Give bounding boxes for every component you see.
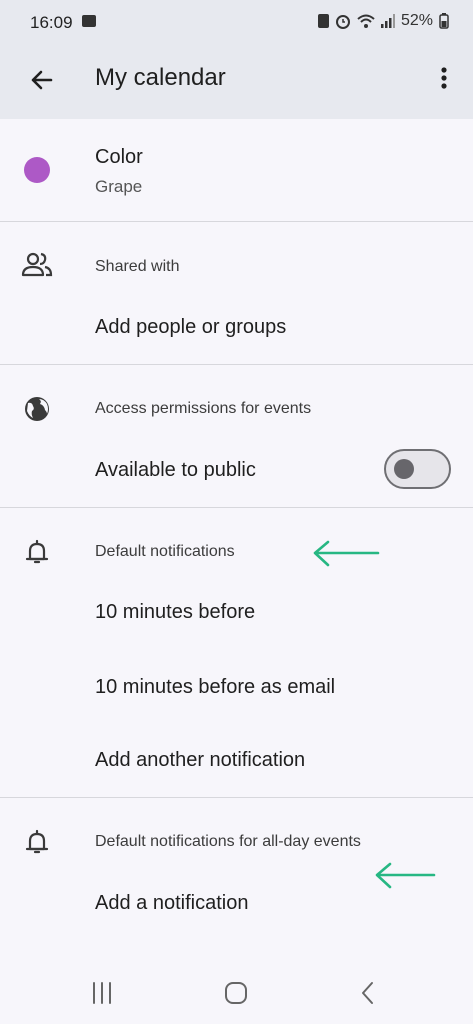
color-setting[interactable]: Color Grape: [0, 119, 473, 221]
shared-with-heading: Shared with: [95, 258, 180, 275]
toggle-knob: [394, 459, 414, 479]
notification-item[interactable]: 10 minutes before: [95, 601, 255, 624]
available-to-public-label: Available to public: [95, 459, 256, 481]
image-notification-icon: [82, 15, 96, 27]
add-another-notification-button[interactable]: Add another notification: [95, 749, 305, 772]
battery-saver-icon: [317, 14, 329, 28]
status-time: 16:09: [30, 13, 73, 32]
globe-icon: [25, 397, 49, 421]
bell-icon: [25, 829, 49, 854]
available-to-public-toggle[interactable]: [384, 449, 451, 489]
battery-icon: [439, 13, 449, 29]
alarm-icon: [335, 15, 350, 29]
nav-back-icon[interactable]: [348, 978, 388, 1008]
add-a-notification-button[interactable]: Add a notification: [95, 892, 248, 915]
home-icon[interactable]: [216, 978, 256, 1008]
divider: [0, 221, 473, 222]
back-arrow-icon[interactable]: [24, 62, 60, 98]
annotation-arrow-icon: [313, 540, 380, 567]
default-notifications-heading: Default notifications: [95, 543, 235, 560]
status-bar: 16:09 52%: [0, 0, 473, 44]
status-icons: 52%: [317, 12, 449, 30]
signal-icon: [380, 14, 395, 28]
annotation-arrow-icon: [375, 862, 436, 889]
divider: [0, 507, 473, 508]
add-people-button[interactable]: Add people or groups: [95, 316, 286, 339]
more-vert-icon[interactable]: [430, 64, 458, 96]
battery-percent: 52%: [400, 12, 433, 29]
app-bar: My calendar: [0, 44, 473, 119]
color-label: Color: [95, 146, 143, 168]
divider: [0, 364, 473, 365]
access-permissions-heading: Access permissions for events: [95, 400, 312, 417]
color-value: Grape: [95, 177, 143, 196]
notification-item[interactable]: 10 minutes before as email: [95, 676, 335, 699]
people-icon: [21, 252, 53, 277]
color-swatch: [24, 157, 50, 183]
divider: [0, 797, 473, 798]
recents-icon[interactable]: [82, 978, 122, 1008]
page-title: My calendar: [95, 64, 226, 91]
system-nav-bar: [0, 960, 473, 1024]
bell-icon: [25, 539, 49, 564]
wifi-icon: [357, 14, 375, 28]
allday-notifications-heading: Default notifications for all-day events: [95, 833, 361, 850]
